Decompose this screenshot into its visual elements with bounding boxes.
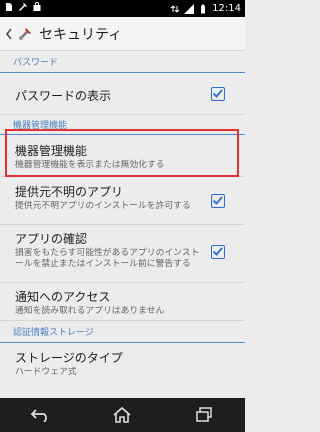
section-header-device-admin: 機器管理機能: [0, 115, 245, 135]
nav-home-button[interactable]: [107, 403, 137, 427]
data-icon: [170, 5, 180, 12]
settings-tools-icon: [19, 27, 31, 40]
sim-card-icon: [6, 3, 12, 11]
checkmark-icon: [212, 247, 223, 256]
item-title: ストレージのタイプ: [15, 351, 123, 365]
unknown-sources-checkbox[interactable]: [211, 194, 225, 208]
shopping-bag-icon: [33, 2, 41, 11]
item-title: 機器管理機能: [15, 144, 88, 158]
chevron-left-icon: [5, 27, 12, 40]
tools-icon: [19, 3, 27, 11]
item-summary: 通知を読み取れるアプリはありません: [15, 306, 165, 316]
verify-apps-checkbox[interactable]: [211, 245, 225, 259]
item-summary: 機器管理機能を表示または無効化する: [15, 160, 165, 170]
item-title: パスワードの表示: [15, 89, 112, 103]
battery-icon: [201, 4, 206, 13]
home-icon: [113, 406, 132, 423]
item-title: アプリの確認: [15, 232, 88, 246]
checkmark-icon: [212, 89, 223, 98]
action-bar: セキュリティ: [0, 17, 245, 51]
checkmark-icon: [212, 196, 223, 205]
signal-icon: [184, 3, 195, 14]
list-item-storage-type[interactable]: ストレージのタイプ ハードウェア式: [0, 343, 245, 383]
show-password-checkbox[interactable]: [211, 87, 225, 101]
list-item-verify-apps[interactable]: アプリの確認 損害をもたらす可能性があるアプリのインストールを禁止またはインスト…: [0, 225, 245, 283]
settings-list[interactable]: パスワード パスワードの表示 機器管理機能 機器管理機能 機器管理機能を表示また…: [0, 50, 245, 398]
section-header-credential-storage: 認証情報ストレージ: [0, 321, 245, 343]
item-summary: 損害をもたらす可能性があるアプリのインストールを禁止またはインストール前に警告す…: [15, 248, 200, 269]
back-arrow-icon: [30, 409, 47, 422]
nav-recents-button[interactable]: [189, 403, 219, 427]
item-summary: ハードウェア式: [15, 367, 77, 377]
navigation-bar: [0, 398, 245, 432]
list-item-device-admins[interactable]: 機器管理機能 機器管理機能を表示または無効化する: [0, 135, 245, 177]
list-item-show-password[interactable]: パスワードの表示: [0, 73, 245, 115]
list-item-unknown-sources[interactable]: 提供元不明のアプリ 提供元不明アプリのインストールを許可する: [0, 177, 245, 225]
item-title: 通知へのアクセス: [15, 290, 111, 304]
list-item-notification-access[interactable]: 通知へのアクセス 通知を読み取れるアプリはありません: [0, 283, 245, 321]
nav-back-button[interactable]: [26, 403, 56, 427]
page-title: セキュリティ: [39, 26, 123, 43]
section-header-password: パスワード: [0, 50, 245, 73]
item-summary: 提供元不明アプリのインストールを許可する: [15, 201, 191, 211]
item-title: 提供元不明のアプリ: [15, 185, 124, 199]
status-bar: 12:14: [0, 0, 245, 17]
back-button[interactable]: [3, 24, 15, 44]
recents-icon: [196, 407, 212, 422]
status-time: 12:14: [212, 3, 241, 14]
